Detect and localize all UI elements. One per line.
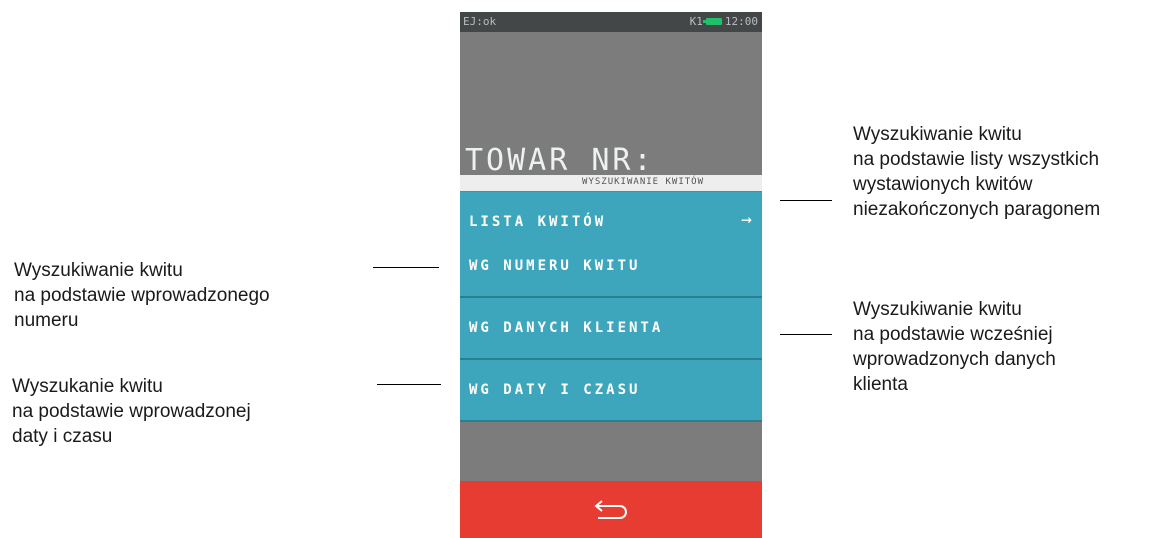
annotation-line: na podstawie wcześniej: [853, 324, 1053, 345]
status-time: 12:00: [724, 15, 758, 28]
annotation-line: klienta: [853, 374, 908, 395]
annotation-line: daty i czasu: [12, 426, 113, 447]
annotation-line: numeru: [14, 310, 79, 331]
annotation-line: Wyszukiwanie kwitu: [853, 299, 1022, 320]
annotation-line: na podstawie listy wszystkich: [853, 149, 1100, 170]
status-bar: EJ:ok K1 12:00: [460, 12, 762, 32]
annotation-client-search: Wyszukiwanie kwitu na podstawie wcześnie…: [853, 297, 1056, 397]
leader-line: [780, 334, 832, 335]
annotation-line: wprowadzonych danych: [853, 349, 1056, 370]
annotation-line: na podstawie wprowadzonej: [12, 401, 251, 422]
section-header: WYSZUKIWANIE KWITÓW: [460, 175, 762, 191]
annotation-line: niezakończonych paragonem: [853, 199, 1101, 220]
menu-item-label: WG DANYCH KLIENTA: [469, 320, 664, 336]
menu-item-by-client[interactable]: WG DANYCH KLIENTA: [460, 298, 762, 360]
annotation-line: na podstawie wprowadzonego: [14, 285, 270, 306]
product-number-prompt: TOWAR NR:: [465, 143, 655, 178]
annotation-date-search: Wyszukanie kwitu na podstawie wprowadzon…: [12, 374, 251, 449]
status-ej: EJ:ok: [463, 15, 497, 28]
menu-item-label: WG DATY I CZASU: [469, 382, 641, 398]
leader-line: [373, 267, 439, 268]
annotation-number-search: Wyszukiwanie kwitu na podstawie wprowadz…: [14, 258, 270, 333]
device-screen: EJ:ok K1 12:00 TOWAR NR: WYSZUKIWANIE KW…: [460, 12, 762, 538]
leader-line: [377, 384, 441, 385]
back-arrow-icon: [594, 500, 627, 519]
status-right: K1 12:00: [690, 15, 758, 28]
status-k1: K1: [689, 15, 703, 28]
battery-icon: [702, 18, 722, 25]
back-button[interactable]: [460, 481, 762, 538]
menu-item-label: LISTA KWITÓW: [469, 214, 607, 230]
annotation-list-search: Wyszukiwanie kwitu na podstawie listy ws…: [853, 122, 1100, 222]
annotation-line: Wyszukiwanie kwitu: [14, 260, 183, 281]
annotation-line: wystawionych kwitów: [853, 174, 1033, 195]
annotation-line: Wyszukanie kwitu: [12, 376, 163, 397]
menu-item-by-number[interactable]: WG NUMERU KWITU: [460, 236, 762, 298]
section-header-label: WYSZUKIWANIE KWITÓW: [582, 177, 704, 187]
annotation-line: Wyszukiwanie kwitu: [853, 124, 1022, 145]
menu-item-by-date[interactable]: WG DATY I CZASU: [460, 360, 762, 422]
arrow-right-icon: →: [741, 209, 752, 230]
leader-line: [780, 200, 832, 201]
menu-item-label: WG NUMERU KWITU: [469, 258, 641, 274]
